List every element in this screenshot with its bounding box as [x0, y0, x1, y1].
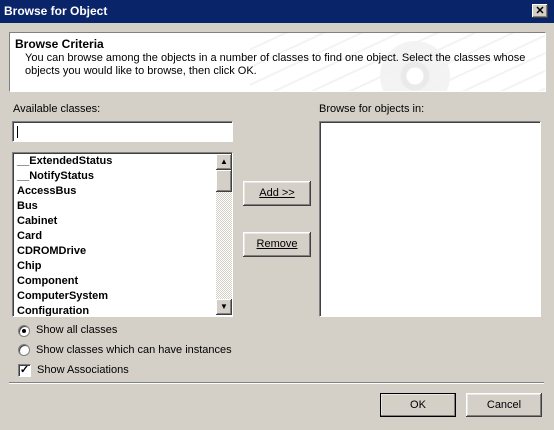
list-item[interactable]: CDROMDrive: [17, 244, 86, 259]
show-all-classes-radio[interactable]: [18, 325, 30, 337]
list-item[interactable]: Component: [17, 274, 78, 289]
browse-criteria-description: You can browse among the objects in a nu…: [25, 52, 526, 77]
list-item[interactable]: __ExtendedStatus: [17, 154, 112, 169]
scroll-up-button[interactable]: ▲: [216, 154, 232, 170]
text-caret: [17, 126, 18, 138]
browse-criteria-panel: Browse Criteria You can browse among the…: [9, 32, 546, 92]
add-button[interactable]: Add >>: [243, 181, 311, 206]
show-associations-label[interactable]: Show Associations: [37, 364, 129, 376]
available-classes-label: Available classes:: [13, 103, 101, 115]
show-associations-checkbox[interactable]: ✓: [18, 364, 31, 377]
browse-for-objects-label: Browse for objects in:: [319, 103, 425, 115]
add-button-label: Add >>: [259, 187, 295, 199]
radio-selected-dot: [22, 329, 26, 333]
scroll-thumb[interactable]: [216, 170, 232, 192]
list-item[interactable]: Bus: [17, 199, 38, 214]
cancel-button[interactable]: Cancel: [466, 393, 542, 417]
cancel-button-label: Cancel: [486, 399, 522, 411]
remove-button-label: Remove: [256, 238, 298, 250]
scroll-down-button[interactable]: ▼: [216, 299, 232, 315]
remove-button[interactable]: Remove: [243, 232, 311, 257]
browse-for-objects-list[interactable]: [319, 121, 541, 317]
title-bar[interactable]: Browse for Object ✕: [0, 0, 554, 23]
close-button[interactable]: ✕: [532, 4, 548, 18]
list-item[interactable]: Card: [17, 229, 42, 244]
list-item[interactable]: __NotifyStatus: [17, 169, 94, 184]
show-instances-label[interactable]: Show classes which can have instances: [36, 344, 232, 356]
scroll-up-icon: ▲: [220, 157, 228, 166]
show-instances-radio[interactable]: [18, 344, 30, 356]
browse-criteria-title: Browse Criteria: [15, 37, 104, 51]
list-item[interactable]: ComputerSystem: [17, 289, 108, 304]
show-all-classes-label[interactable]: Show all classes: [36, 324, 117, 336]
close-icon: ✕: [535, 5, 545, 17]
browse-for-object-dialog: Browse for Object ✕ Browse Criteria You …: [0, 0, 554, 430]
list-item[interactable]: AccessBus: [17, 184, 76, 199]
dialog-title: Browse for Object: [4, 4, 108, 18]
list-item[interactable]: Configuration: [17, 304, 89, 316]
available-classes-list[interactable]: __ExtendedStatus __NotifyStatus AccessBu…: [12, 152, 233, 317]
vertical-scrollbar[interactable]: ▲ ▼: [216, 154, 232, 315]
scroll-down-icon: ▼: [220, 302, 228, 311]
list-item[interactable]: Chip: [17, 259, 41, 274]
list-item[interactable]: Cabinet: [17, 214, 57, 229]
check-icon: ✓: [19, 364, 30, 376]
dialog-separator: [9, 382, 544, 384]
class-filter-input[interactable]: [12, 121, 233, 142]
ok-button-label: OK: [410, 399, 426, 411]
ok-button[interactable]: OK: [380, 393, 456, 417]
